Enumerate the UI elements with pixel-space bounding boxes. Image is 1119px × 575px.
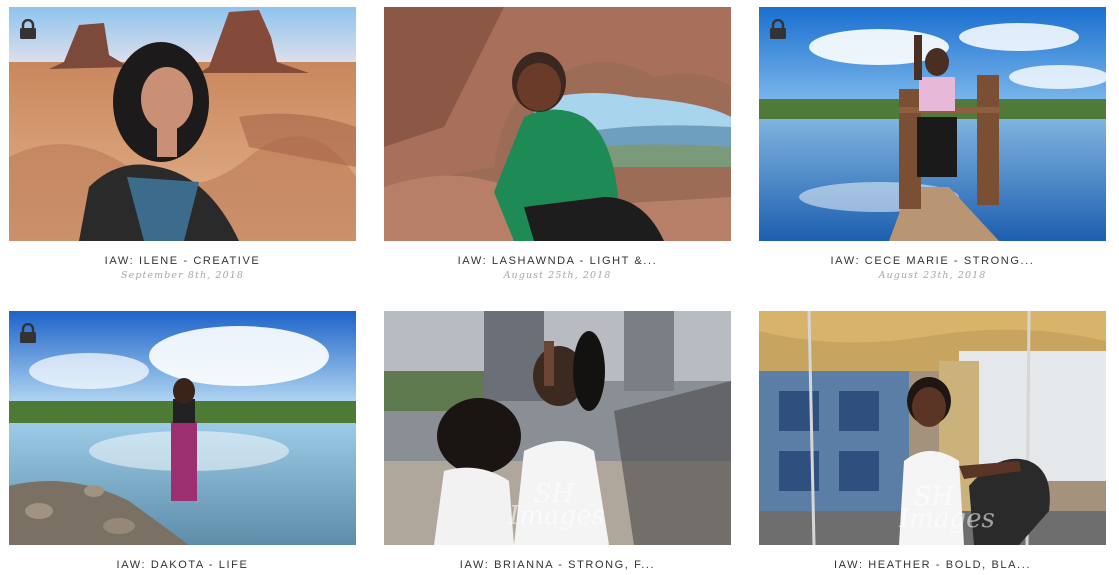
- post-caption: IAW: HEATHER - BOLD, BLA...: [759, 558, 1106, 572]
- gallery-card-brianna[interactable]: SH Images IAW: BRIANNA - STRONG, F...: [384, 311, 731, 572]
- post-thumbnail[interactable]: SH Images: [759, 311, 1106, 545]
- watermark: SH Images: [509, 479, 605, 531]
- post-date: September 8th, 2018: [120, 270, 245, 281]
- post-title[interactable]: IAW: HEATHER - BOLD, BLA...: [759, 558, 1106, 572]
- gallery-card-heather[interactable]: SH Images IAW: HEATHER - BOLD, BLA...: [759, 311, 1106, 572]
- desert-photo: [9, 7, 356, 241]
- watermark: SH Images: [899, 482, 995, 534]
- gallery-card-ilene[interactable]: IAW: ILENE - CREATIVE September 8th, 201…: [9, 7, 356, 282]
- lock-icon: [20, 19, 36, 39]
- post-thumbnail[interactable]: [9, 7, 356, 241]
- lock-icon: [20, 323, 36, 343]
- post-title[interactable]: IAW: CECE MARIE - STRONG...: [759, 254, 1106, 268]
- gallery-card-cece-marie[interactable]: IAW: CECE MARIE - STRONG... August 23th,…: [759, 7, 1106, 282]
- gallery-card-lashawnda[interactable]: IAW: LASHAWNDA - LIGHT &... August 25th,…: [384, 7, 731, 282]
- post-date: August 25th, 2018: [503, 270, 612, 281]
- post-title[interactable]: IAW: ILENE - CREATIVE: [9, 254, 356, 268]
- blog-gallery: IAW: ILENE - CREATIVE September 8th, 201…: [0, 0, 1119, 575]
- post-thumbnail[interactable]: [384, 7, 731, 241]
- lake-photo: [9, 311, 356, 545]
- post-thumbnail[interactable]: [759, 7, 1106, 241]
- post-caption: IAW: BRIANNA - STRONG, F...: [384, 558, 731, 572]
- post-caption: IAW: DAKOTA - LIFE: [9, 558, 356, 572]
- post-title[interactable]: IAW: LASHAWNDA - LIGHT &...: [384, 254, 731, 268]
- post-title[interactable]: IAW: BRIANNA - STRONG, F...: [384, 558, 731, 572]
- rock-arch-photo: [384, 7, 731, 241]
- gallery-card-dakota[interactable]: IAW: DAKOTA - LIFE: [9, 311, 356, 572]
- post-thumbnail[interactable]: [9, 311, 356, 545]
- lock-icon: [770, 19, 786, 39]
- post-caption: IAW: CECE MARIE - STRONG... August 23th,…: [759, 254, 1106, 282]
- post-thumbnail[interactable]: SH Images: [384, 311, 731, 545]
- post-caption: IAW: ILENE - CREATIVE September 8th, 201…: [9, 254, 356, 282]
- post-caption: IAW: LASHAWNDA - LIGHT &... August 25th,…: [384, 254, 731, 282]
- post-date: August 23th, 2018: [878, 270, 987, 281]
- pier-photo: [759, 7, 1106, 241]
- post-title[interactable]: IAW: DAKOTA - LIFE: [9, 558, 356, 572]
